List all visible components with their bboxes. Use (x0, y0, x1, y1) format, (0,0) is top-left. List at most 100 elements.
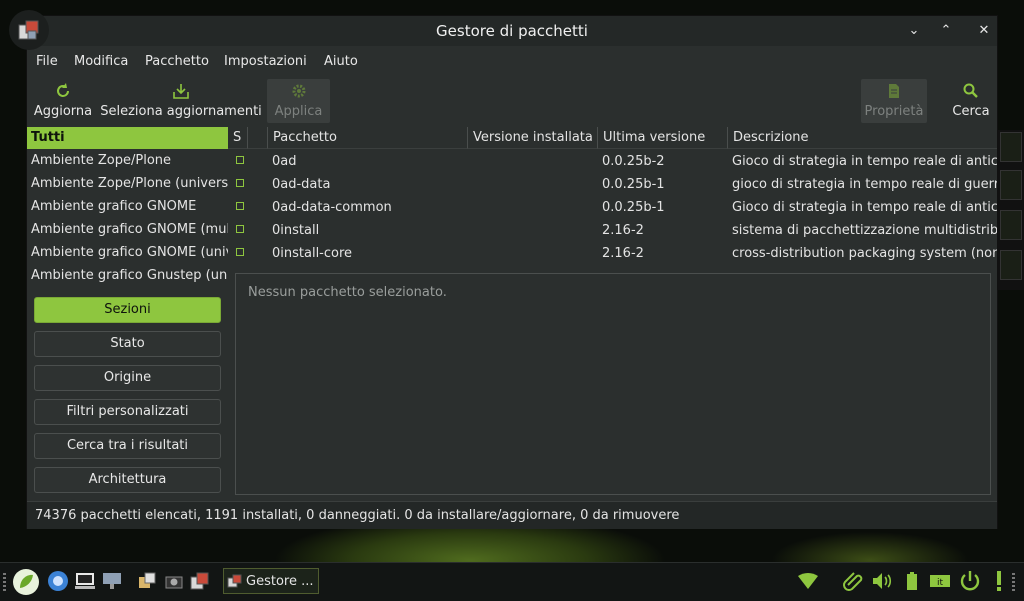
filter-list: Ambiente Zope/Plone Ambiente Zope/Plone … (27, 149, 228, 287)
filter-header-all[interactable]: Tutti (27, 127, 228, 149)
mark-upgrades-label: Seleziona aggiornamenti (100, 104, 262, 119)
column-status[interactable]: S (228, 127, 248, 149)
table-row[interactable]: 0ad-data 0.0.25b-1 gioco di strategia in… (234, 174, 997, 197)
close-button[interactable]: ✕ (975, 22, 993, 40)
details-panel: Nessun pacchetto selezionato. (235, 273, 991, 495)
column-description[interactable]: Descrizione (728, 127, 997, 149)
package-name: 0ad-data-common (272, 200, 392, 215)
package-description: gioco di strategia in tempo reale di gue… (732, 177, 997, 192)
gear-icon (292, 84, 305, 98)
battery-icon[interactable] (900, 569, 924, 593)
package-manager-window: Gestore di pacchetti ⌄ ⌃ ✕ File Modifica… (9, 10, 998, 529)
package-icon[interactable] (135, 569, 159, 593)
status-checkbox[interactable] (236, 202, 244, 210)
package-name: 0install-core (272, 246, 353, 261)
apply-label: Applica (274, 104, 323, 119)
filter-item[interactable]: Ambiente grafico Gnustep (universe) (31, 268, 228, 287)
svg-text:it: it (937, 578, 944, 588)
start-menu-icon[interactable] (12, 568, 40, 596)
column-package-label: Pacchetto (273, 130, 337, 145)
menu-help[interactable]: Aiuto (324, 54, 358, 69)
properties-label: Proprietà (864, 104, 924, 119)
wifi-icon[interactable] (796, 569, 820, 593)
package-name: 0ad (272, 154, 297, 169)
refresh-icon (57, 83, 69, 97)
latest-version: 0.0.25b-1 (602, 177, 665, 192)
synaptic-small-icon (227, 574, 242, 588)
download-icon (173, 84, 189, 99)
properties-button[interactable]: Proprietà (861, 79, 927, 123)
search-results-button[interactable]: Cerca tra i risultati (34, 433, 221, 459)
mark-upgrades-button[interactable]: Seleziona aggiornamenti (99, 79, 263, 123)
paperclip-icon[interactable] (842, 569, 866, 593)
latest-version: 2.16-2 (602, 223, 644, 238)
origin-button[interactable]: Origine (34, 365, 221, 391)
filter-item[interactable]: Ambiente grafico GNOME (universe) (31, 245, 228, 268)
custom-filters-button[interactable]: Filtri personalizzati (34, 399, 221, 425)
architecture-button[interactable]: Architettura (34, 467, 221, 493)
column-package[interactable]: Pacchetto (268, 127, 468, 149)
minimize-button[interactable]: ⌄ (905, 22, 923, 40)
table-row[interactable]: 0install 2.16-2 sistema di pacchettizzaz… (234, 220, 997, 243)
taskbar: Gestore ... it (0, 562, 1024, 601)
latest-version: 0.0.25b-1 (602, 200, 665, 215)
filter-item[interactable]: Ambiente Zope/Plone (31, 153, 228, 176)
column-status-label: S (233, 130, 242, 145)
status-checkbox[interactable] (236, 179, 244, 187)
menu-settings[interactable]: Impostazioni (224, 54, 307, 69)
notification-icon[interactable] (987, 569, 1011, 593)
search-icon (963, 83, 978, 98)
reload-button[interactable]: Aggiorna (32, 79, 94, 123)
panel-grip[interactable] (3, 573, 6, 591)
statusbar: 74376 pacchetti elencati, 1191 installat… (27, 501, 997, 529)
package-description: cross-distribution packaging system (non… (732, 246, 997, 261)
latest-version: 0.0.25b-2 (602, 154, 665, 169)
reload-label: Aggiorna (33, 104, 93, 119)
package-name: 0install (272, 223, 320, 238)
synaptic-launcher-icon[interactable] (188, 569, 212, 593)
maximize-button[interactable]: ⌃ (937, 22, 955, 40)
table-row[interactable]: 0install-core 2.16-2 cross-distribution … (234, 243, 997, 266)
keyboard-layout-icon[interactable]: it (928, 569, 952, 593)
window-title: Gestore di pacchetti (436, 22, 588, 40)
package-description: Gioco di strategia in tempo reale di ant… (732, 154, 997, 169)
camera-icon[interactable] (162, 569, 186, 593)
document-icon (889, 84, 899, 98)
power-icon[interactable] (958, 569, 982, 593)
menu-file[interactable]: File (36, 54, 58, 69)
menu-package[interactable]: Pacchetto (145, 54, 209, 69)
column-support[interactable] (248, 127, 268, 149)
titlebar: Gestore di pacchetti ⌄ ⌃ ✕ (9, 10, 997, 50)
column-description-label: Descrizione (733, 130, 809, 145)
filter-item[interactable]: Ambiente grafico GNOME (31, 199, 228, 222)
table-row[interactable]: 0ad-data-common 0.0.25b-1 Gioco di strat… (234, 197, 997, 220)
status-checkbox[interactable] (236, 225, 244, 233)
panel-grip-right[interactable] (1012, 573, 1015, 591)
details-empty-text: Nessun pacchetto selezionato. (248, 285, 447, 300)
package-description: sistema di pacchettizzazione multidistri… (732, 223, 997, 238)
status-checkbox[interactable] (236, 156, 244, 164)
latest-version: 2.16-2 (602, 246, 644, 261)
column-installed-version[interactable]: Versione installata (468, 127, 598, 149)
package-name: 0ad-data (272, 177, 331, 192)
sections-button[interactable]: Sezioni (34, 297, 221, 323)
menubar: File Modifica Pacchetto Impostazioni Aiu… (27, 46, 997, 76)
table-row[interactable]: 0ad 0.0.25b-2 Gioco di strategia in temp… (234, 151, 997, 174)
column-latest-version[interactable]: Ultima versione (598, 127, 728, 149)
toolbar: Aggiorna Seleziona aggiornamenti Applica… (27, 76, 997, 126)
filter-item[interactable]: Ambiente grafico GNOME (multiverse) (31, 222, 228, 245)
volume-icon[interactable] (870, 569, 894, 593)
browser-icon[interactable] (46, 569, 70, 593)
menu-edit[interactable]: Modifica (74, 54, 128, 69)
status-button[interactable]: Stato (34, 331, 221, 357)
taskbar-window-button[interactable]: Gestore ... (223, 568, 319, 594)
search-label: Cerca (952, 104, 990, 119)
search-button[interactable]: Cerca (947, 79, 995, 123)
status-checkbox[interactable] (236, 248, 244, 256)
terminal-icon[interactable] (73, 569, 97, 593)
filter-item[interactable]: Ambiente Zope/Plone (universe) (31, 176, 228, 199)
desktop-icon[interactable] (100, 569, 124, 593)
package-list: 0ad 0.0.25b-2 Gioco di strategia in temp… (234, 149, 997, 271)
background-window-edge (998, 130, 1024, 290)
apply-button[interactable]: Applica (267, 79, 330, 123)
